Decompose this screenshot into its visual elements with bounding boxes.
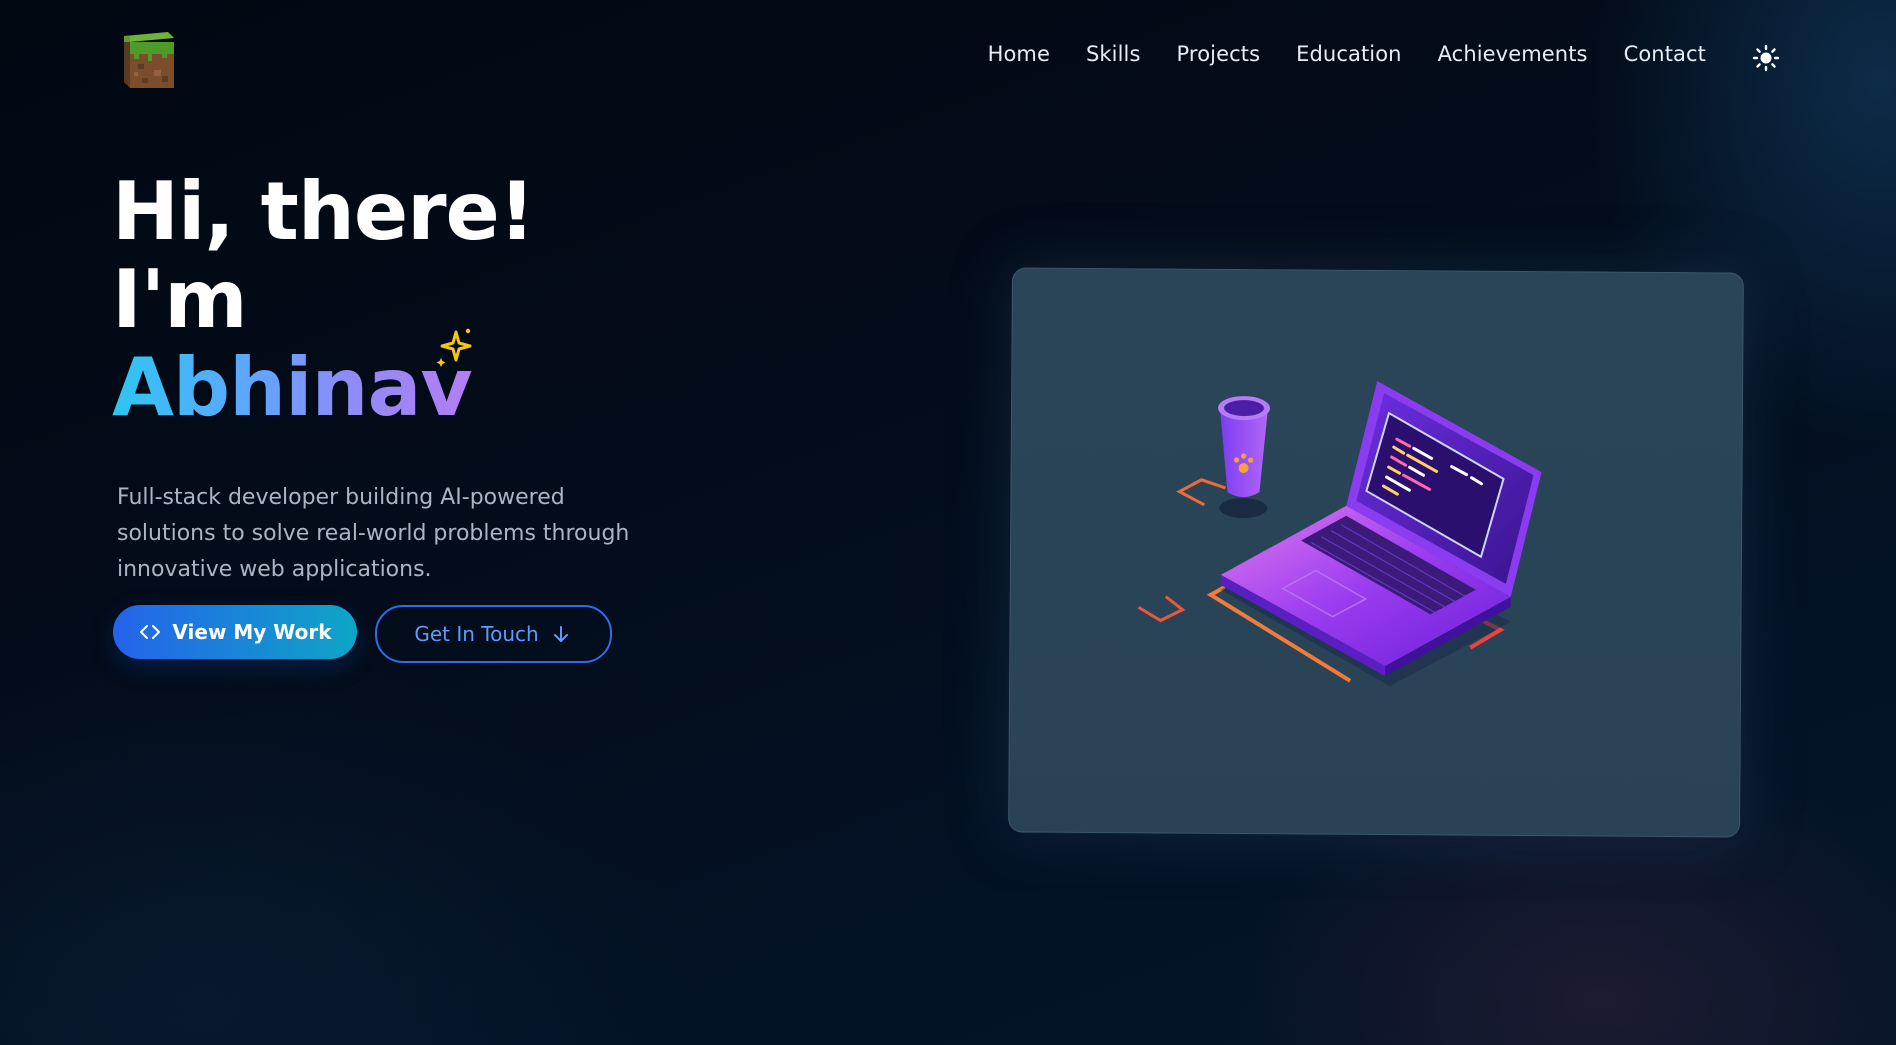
hero-name: Abhinav bbox=[112, 341, 473, 434]
main-nav: Home Skills Projects Education Achieveme… bbox=[988, 42, 1706, 66]
logo-grass-block-icon[interactable] bbox=[118, 28, 180, 90]
nav-education[interactable]: Education bbox=[1296, 42, 1401, 66]
code-icon bbox=[140, 625, 161, 639]
arrow-down-icon bbox=[553, 626, 568, 642]
view-my-work-button[interactable]: View My Work bbox=[113, 605, 357, 659]
hero-subtitle: Full-stack developer building AI-powered… bbox=[117, 485, 630, 582]
hero-greeting: Hi, there! bbox=[112, 165, 535, 258]
get-in-touch-label: Get In Touch bbox=[414, 622, 539, 646]
hero-heading: Hi, there! I'm Abhinav bbox=[112, 165, 535, 434]
nav-skills[interactable]: Skills bbox=[1086, 42, 1141, 66]
get-in-touch-button[interactable]: Get In Touch bbox=[375, 605, 612, 663]
nav-achievements[interactable]: Achievements bbox=[1438, 42, 1588, 66]
sun-icon[interactable] bbox=[1752, 44, 1780, 72]
hero-illustration-card bbox=[1008, 267, 1744, 838]
view-my-work-label: View My Work bbox=[172, 620, 332, 644]
nav-projects[interactable]: Projects bbox=[1177, 42, 1261, 66]
sparkle-icon bbox=[436, 328, 472, 367]
laptop-coffee-illustration bbox=[1137, 381, 1542, 687]
nav-contact[interactable]: Contact bbox=[1624, 42, 1706, 66]
nav-home[interactable]: Home bbox=[988, 42, 1050, 66]
